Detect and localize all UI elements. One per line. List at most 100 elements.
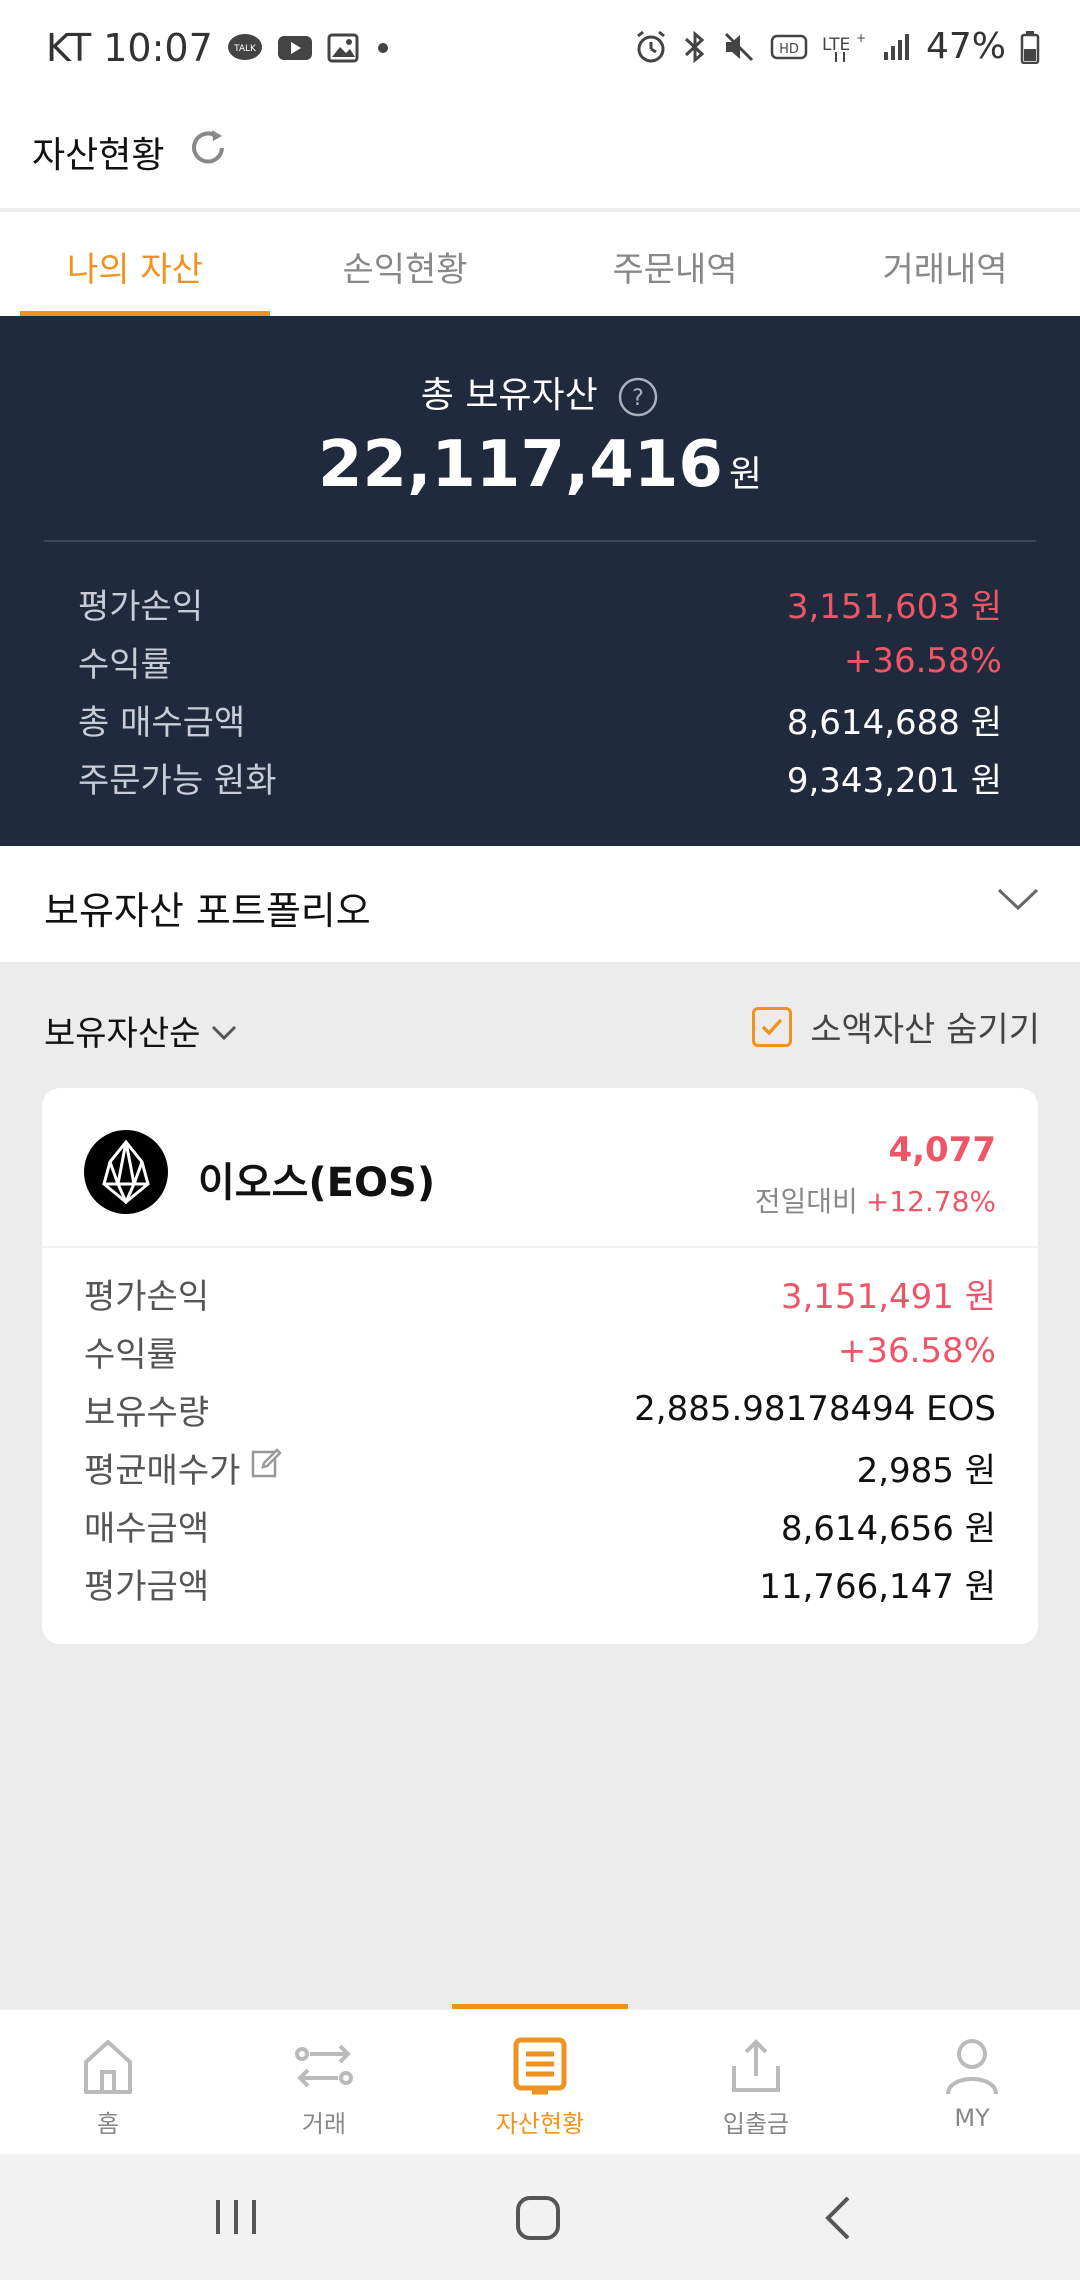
coin-header: 이오스(EOS) 4,077 전일대비 +12.78% bbox=[42, 1088, 1038, 1248]
status-bar: KT 10:07 TALK HD LTE + 47% bbox=[0, 0, 1080, 100]
holding-row-value: 11,766,147 원 bbox=[759, 1566, 996, 1607]
battery-percent: 47% bbox=[925, 26, 1006, 67]
nav-assets[interactable]: 자산현황 bbox=[432, 2004, 648, 2154]
tab-profit-loss[interactable]: 손익현황 bbox=[270, 212, 540, 316]
total-assets: 22,117,416 원 bbox=[0, 428, 1080, 502]
summary-row-label: 주문가능 원화 bbox=[78, 760, 277, 801]
back-icon[interactable] bbox=[820, 2194, 856, 2246]
summary-row-label: 평가손익 bbox=[78, 586, 204, 627]
summary-row-value: 8,614,688 원 bbox=[786, 702, 1002, 743]
hide-small-label: 소액자산 숨기기 bbox=[810, 1010, 1040, 1050]
asset-icon bbox=[513, 2037, 567, 2095]
hide-small-assets-toggle[interactable]: 소액자산 숨기기 bbox=[752, 1002, 1040, 1051]
nav-label: 자산현황 bbox=[495, 2110, 585, 2138]
signal-icon bbox=[882, 32, 912, 62]
edit-icon[interactable] bbox=[250, 1447, 283, 1488]
summary-row: 평가손익 3,151,603 원 bbox=[78, 574, 1002, 632]
home-button-icon[interactable] bbox=[514, 2194, 562, 2246]
alarm-icon bbox=[634, 30, 668, 64]
chevron-down-icon bbox=[996, 886, 1040, 918]
tab-orders[interactable]: 주문내역 bbox=[540, 212, 810, 316]
holding-row-value: 2,885.98178494 EOS bbox=[634, 1389, 996, 1429]
holding-card[interactable]: 이오스(EOS) 4,077 전일대비 +12.78% 평가손익 3,151,49… bbox=[42, 1088, 1038, 1644]
eos-logo-icon bbox=[84, 1130, 168, 1214]
summary-row-label: 수익률 bbox=[78, 644, 172, 685]
summary-row: 총 매수금액 8,614,688 원 bbox=[78, 690, 1002, 748]
nav-trade[interactable]: 거래 bbox=[216, 2010, 432, 2154]
gallery-icon bbox=[327, 33, 359, 63]
nav-home[interactable]: 홈 bbox=[0, 2010, 216, 2154]
holding-row: 매수금액 8,614,656 원 bbox=[84, 1496, 996, 1554]
sort-row: 보유자산순 소액자산 숨기기 bbox=[0, 962, 1080, 1082]
holding-row-label: 평가손익 bbox=[84, 1276, 210, 1317]
svg-text:HD: HD bbox=[779, 42, 799, 57]
holding-rows: 평가손익 3,151,491 원 수익률 +36.58% 보유수량 2,885.… bbox=[84, 1264, 996, 1612]
sort-dropdown[interactable]: 보유자산순 bbox=[44, 1006, 238, 1055]
summary-row-value: +36.58% bbox=[843, 641, 1002, 681]
nav-my[interactable]: MY bbox=[864, 2010, 1080, 2154]
holding-row: 평균매수가 2,985 원 bbox=[84, 1438, 996, 1496]
svg-text:?: ? bbox=[632, 386, 644, 411]
holding-row-label: 평균매수가 bbox=[84, 1450, 241, 1491]
change-label: 전일대비 bbox=[754, 1185, 858, 1218]
holding-row: 평가금액 11,766,147 원 bbox=[84, 1554, 996, 1612]
holding-row-label: 보유수량 bbox=[84, 1392, 210, 1433]
hide-small-checkbox[interactable] bbox=[752, 1006, 793, 1047]
portfolio-toggle[interactable]: 보유자산 포트폴리오 bbox=[0, 846, 1080, 962]
chevron-down-icon bbox=[210, 1011, 238, 1051]
nav-label: MY bbox=[954, 2104, 990, 2132]
status-time: KT 10:07 bbox=[46, 26, 213, 70]
system-nav-bar bbox=[0, 2154, 1080, 2280]
youtube-icon bbox=[277, 34, 313, 62]
tab-bar: 나의 자산 손익현황 주문내역 거래내역 bbox=[0, 212, 1080, 316]
talk-icon: TALK bbox=[227, 33, 263, 63]
dot-icon bbox=[373, 38, 393, 58]
mute-icon bbox=[722, 30, 756, 64]
holding-row-label: 수익률 bbox=[84, 1334, 178, 1375]
change-value: +12.78% bbox=[865, 1185, 996, 1218]
summary-row-label: 총 매수금액 bbox=[78, 702, 246, 743]
bottom-nav: 홈 거래 자산현황 입출금 MY bbox=[0, 2004, 1080, 2154]
deposit-icon bbox=[732, 2039, 780, 2092]
total-assets-unit: 원 bbox=[728, 454, 762, 495]
holding-row-value: 8,614,656 원 bbox=[780, 1508, 996, 1549]
summary-row: 주문가능 원화 9,343,201 원 bbox=[78, 748, 1002, 806]
sort-label: 보유자산순 bbox=[44, 1014, 201, 1054]
svg-text:+: + bbox=[856, 31, 866, 45]
summary-row-value: 3,151,603 원 bbox=[786, 586, 1002, 627]
summary-row-value: 9,343,201 원 bbox=[786, 760, 1002, 801]
battery-icon bbox=[1020, 30, 1040, 64]
holding-row-value: +36.58% bbox=[837, 1331, 996, 1371]
tab-transactions[interactable]: 거래내역 bbox=[810, 212, 1080, 316]
lte-icon: LTE + bbox=[822, 30, 868, 64]
portfolio-title: 보유자산 포트폴리오 bbox=[44, 889, 371, 933]
holding-row-value: 2,985 원 bbox=[856, 1450, 996, 1491]
user-icon bbox=[946, 2039, 998, 2095]
home-icon bbox=[84, 2040, 132, 2094]
summary-row: 수익률 +36.58% bbox=[78, 632, 1002, 690]
nav-label: 홈 bbox=[96, 2110, 120, 2138]
refresh-icon[interactable] bbox=[186, 126, 230, 174]
svg-text:TALK: TALK bbox=[233, 44, 257, 54]
nav-label: 입출금 bbox=[722, 2110, 790, 2138]
tab-my-assets[interactable]: 나의 자산 bbox=[0, 212, 270, 316]
help-icon[interactable]: ? bbox=[617, 376, 659, 418]
exchange-icon bbox=[295, 2044, 353, 2088]
summary-rows: 평가손익 3,151,603 원 수익률 +36.58% 총 매수금액 8,61… bbox=[78, 574, 1002, 806]
holding-row-label: 평가금액 bbox=[84, 1566, 210, 1607]
holding-row: 수익률 +36.58% bbox=[84, 1322, 996, 1380]
coin-change: 전일대비 +12.78% bbox=[755, 1180, 996, 1220]
bluetooth-icon bbox=[682, 30, 708, 64]
holding-row: 보유수량 2,885.98178494 EOS bbox=[84, 1380, 996, 1438]
holding-row-label: 매수금액 bbox=[84, 1508, 210, 1549]
total-assets-label: 총 보유자산 bbox=[420, 375, 598, 416]
hd-icon: HD bbox=[770, 32, 808, 62]
nav-deposit[interactable]: 입출금 bbox=[648, 2010, 864, 2154]
holding-row-value: 3,151,491 원 bbox=[780, 1276, 996, 1317]
total-assets-value: 22,117,416 bbox=[318, 428, 723, 502]
holding-row: 평가손익 3,151,491 원 bbox=[84, 1264, 996, 1322]
app-header: 자산현황 bbox=[0, 100, 1080, 210]
asset-summary: 총 보유자산 ? 22,117,416 원 평가손익 3,151,603 원 수익… bbox=[0, 316, 1080, 846]
recent-apps-icon[interactable] bbox=[212, 2194, 260, 2242]
nav-label: 거래 bbox=[301, 2110, 347, 2138]
